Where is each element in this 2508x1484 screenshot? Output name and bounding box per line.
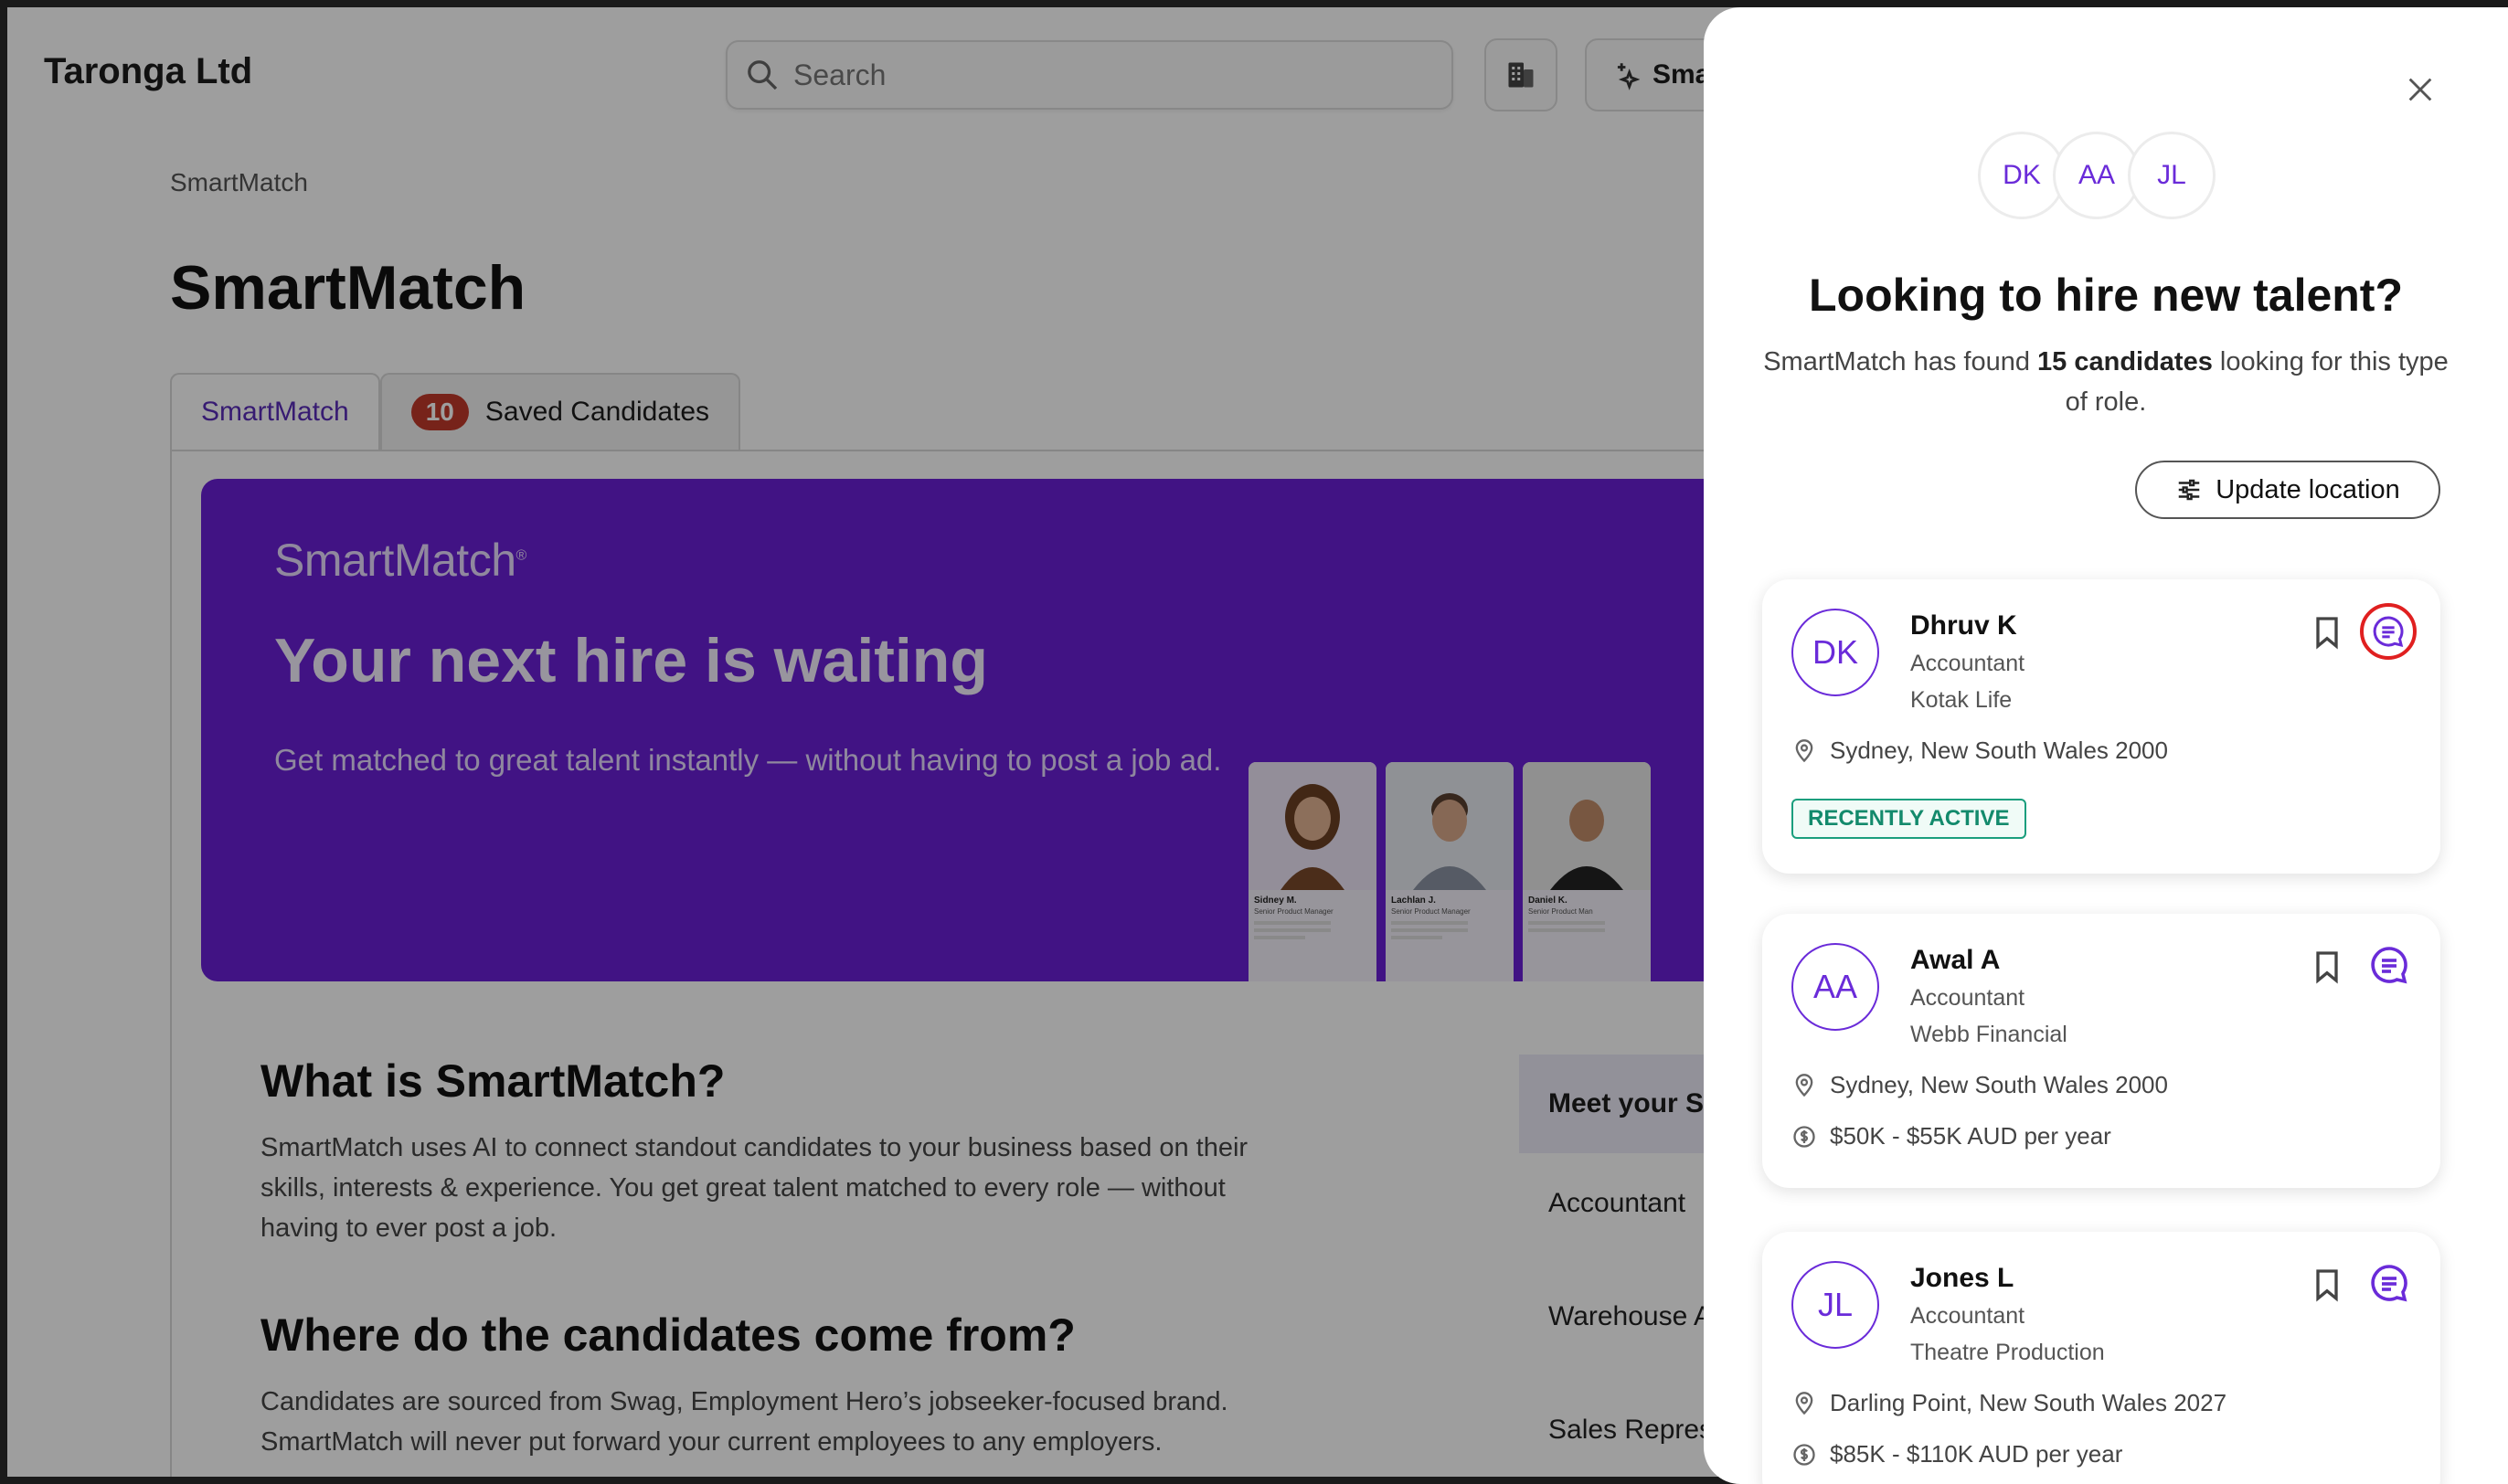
candidate-salary: $50K - $55K AUD per year	[1791, 1122, 2111, 1150]
location-pin-icon	[1795, 1073, 1813, 1097]
candidate-count: 15 candidates	[2037, 347, 2213, 376]
candidate-salary: $85K - $110K AUD per year	[1791, 1440, 2122, 1468]
candidate-role: Accountant	[1910, 1303, 2025, 1329]
close-button[interactable]	[2398, 68, 2442, 111]
candidate-card[interactable]: DK Dhruv K Accountant Kotak Life Sydney,…	[1762, 579, 2440, 874]
candidate-card[interactable]: JL Jones L Accountant Theatre Production…	[1762, 1232, 2440, 1484]
update-location-label: Update location	[2216, 474, 2400, 504]
candidate-card[interactable]: AA Awal A Accountant Webb Financial Sydn…	[1762, 914, 2440, 1188]
candidate-location: Sydney, New South Wales 2000	[1791, 737, 2168, 765]
chat-icon[interactable]	[2367, 943, 2411, 987]
candidate-role: Accountant	[1910, 985, 2025, 1011]
bookmark-icon[interactable]	[2309, 1265, 2345, 1305]
candidate-name[interactable]: Jones L	[1910, 1263, 2014, 1294]
candidates-drawer: DK AA JL Looking to hire new talent? Sma…	[1704, 7, 2508, 1484]
bookmark-icon[interactable]	[2309, 612, 2345, 652]
location-pin-icon	[1795, 738, 1813, 762]
avatar: JL	[2128, 132, 2216, 219]
recently-active-badge: RECENTLY ACTIVE	[1791, 799, 2026, 839]
sliders-icon	[2178, 479, 2200, 501]
chat-icon	[2373, 616, 2404, 648]
drawer-subtitle: SmartMatch has found 15 candidates looki…	[1763, 347, 2449, 417]
dollar-icon	[1793, 1125, 1815, 1148]
candidate-name[interactable]: Awal A	[1910, 945, 2000, 976]
location-pin-icon	[1795, 1391, 1813, 1415]
chat-icon[interactable]	[2367, 1261, 2411, 1305]
bookmark-icon[interactable]	[2309, 947, 2345, 987]
candidate-avatar: AA	[1791, 943, 1879, 1031]
message-button[interactable]	[2360, 603, 2417, 660]
candidate-name[interactable]: Dhruv K	[1910, 610, 2017, 641]
candidate-company: Webb Financial	[1910, 1022, 2067, 1047]
candidate-role: Accountant	[1910, 651, 2025, 676]
avatar-stack: DK AA JL	[1978, 132, 2216, 219]
candidate-avatar: JL	[1791, 1261, 1879, 1349]
drawer-title: Looking to hire new talent?	[1809, 270, 2403, 321]
candidate-location: Darling Point, New South Wales 2027	[1791, 1389, 2226, 1417]
candidate-company: Kotak Life	[1910, 687, 2013, 713]
candidate-avatar: DK	[1791, 609, 1879, 696]
close-icon	[2408, 78, 2432, 101]
candidate-location: Sydney, New South Wales 2000	[1791, 1071, 2168, 1099]
candidate-company: Theatre Production	[1910, 1340, 2105, 1365]
dollar-icon	[1793, 1443, 1815, 1466]
update-location-button[interactable]: Update location	[2135, 461, 2440, 519]
